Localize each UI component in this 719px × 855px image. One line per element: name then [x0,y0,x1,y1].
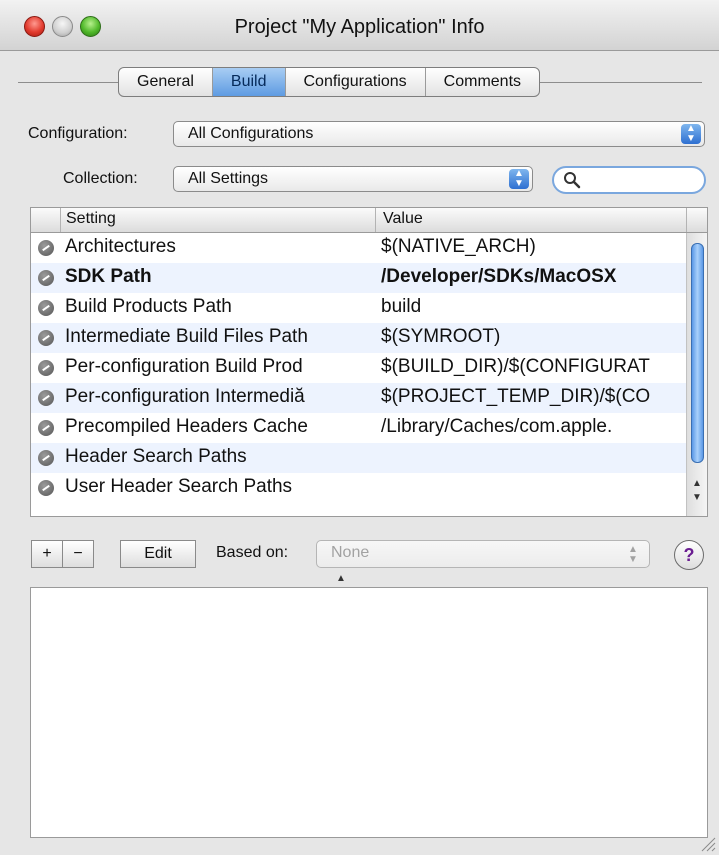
tab-build[interactable]: Build [212,68,286,96]
row-status-icon [38,330,54,346]
table-row[interactable]: Intermediate Build Files Path $(SYMROOT) [31,323,686,353]
table-row[interactable]: Header Search Paths [31,443,686,473]
based-on-label: Based on: [216,544,289,561]
row-status-icon [38,420,54,436]
based-on-value: None [331,544,370,561]
row-status-icon [38,270,54,286]
setting-name: Header Search Paths [65,446,247,467]
window-title: Project "My Application" Info [234,16,485,38]
splitter-handle-icon[interactable]: ▲ [335,573,347,584]
setting-value: /Library/Caches/com.apple. [381,416,613,437]
title-bar[interactable]: Project "My Application" Info [0,0,719,51]
table-row[interactable]: Per-configuration Intermediă $(PROJECT_T… [31,383,686,413]
tab-comments[interactable]: Comments [426,68,539,96]
setting-name: Build Products Path [65,296,232,317]
configuration-popup[interactable]: All Configurations ▲ ▼ [173,121,705,147]
collection-popup[interactable]: All Settings ▲ ▼ [173,166,533,192]
column-header-value[interactable]: Value [383,210,423,228]
setting-value: $(NATIVE_ARCH) [381,236,536,257]
setting-value: $(PROJECT_TEMP_DIR)/$(CO [381,386,651,407]
scroll-down-arrow-icon[interactable]: ▼ [691,491,703,505]
table-row[interactable]: Build Products Path build [31,293,686,323]
collection-value: All Settings [188,170,269,187]
column-divider [375,208,376,232]
configuration-value: All Configurations [188,125,314,142]
row-status-icon [38,390,54,406]
row-status-icon [38,450,54,466]
column-divider [686,208,687,232]
build-settings-table: Setting Value Architectures $(NATIVE_ARC… [30,207,708,517]
search-icon [564,172,581,189]
scroll-up-arrow-icon[interactable]: ▲ [691,477,703,491]
column-header-setting[interactable]: Setting [66,210,116,228]
help-button[interactable]: ? [674,540,704,570]
table-header: Setting Value [31,208,707,233]
tab-bar: General Build Configurations Comments [118,67,541,97]
setting-name: Intermediate Build Files Path [65,326,308,347]
setting-name: Precompiled Headers Cache [65,416,308,437]
remove-setting-button[interactable]: − [62,540,94,568]
setting-value: build [381,296,422,317]
setting-name: User Header Search Paths [65,476,293,497]
table-row[interactable]: SDK Path /Developer/SDKs/MacOSX [31,263,686,293]
tab-configurations[interactable]: Configurations [286,68,426,96]
setting-name: Per-configuration Intermediă [65,386,305,407]
setting-value: $(BUILD_DIR)/$(CONFIGURAT [381,356,650,377]
search-field[interactable] [552,166,706,194]
column-divider [60,208,61,232]
setting-description-pane [30,587,708,838]
edit-button[interactable]: Edit [120,540,196,568]
tab-general[interactable]: General [119,68,213,96]
row-status-icon [38,480,54,496]
table-row[interactable]: Precompiled Headers Cache /Library/Cache… [31,413,686,443]
collection-label: Collection: [63,170,138,187]
setting-name: Architectures [65,236,176,257]
setting-value: /Developer/SDKs/MacOSX [381,266,617,287]
table-row[interactable]: User Header Search Paths [31,473,686,503]
setting-name: Per-configuration Build Prod [65,356,303,377]
up-down-arrows-icon: ▲ ▼ [509,169,529,189]
table-row[interactable]: Per-configuration Build Prod $(BUILD_DIR… [31,353,686,383]
add-setting-button[interactable]: + [31,540,63,568]
up-down-arrows-icon: ▲ ▼ [628,544,638,565]
setting-value: $(SYMROOT) [381,326,501,347]
row-status-icon [38,240,54,256]
row-status-icon [38,300,54,316]
row-status-icon [38,360,54,376]
scrollbar-thumb[interactable] [691,243,704,463]
info-window: Project "My Application" Info General Bu… [0,0,719,855]
vertical-scrollbar[interactable]: ▲ ▼ [686,233,707,516]
up-down-arrows-icon: ▲ ▼ [681,124,701,144]
resize-grip-icon[interactable] [700,836,716,852]
configuration-label: Configuration: [28,125,128,142]
setting-name: SDK Path [65,266,152,287]
table-row[interactable]: Architectures $(NATIVE_ARCH) [31,233,686,263]
based-on-popup[interactable]: None ▲ ▼ [316,540,650,568]
